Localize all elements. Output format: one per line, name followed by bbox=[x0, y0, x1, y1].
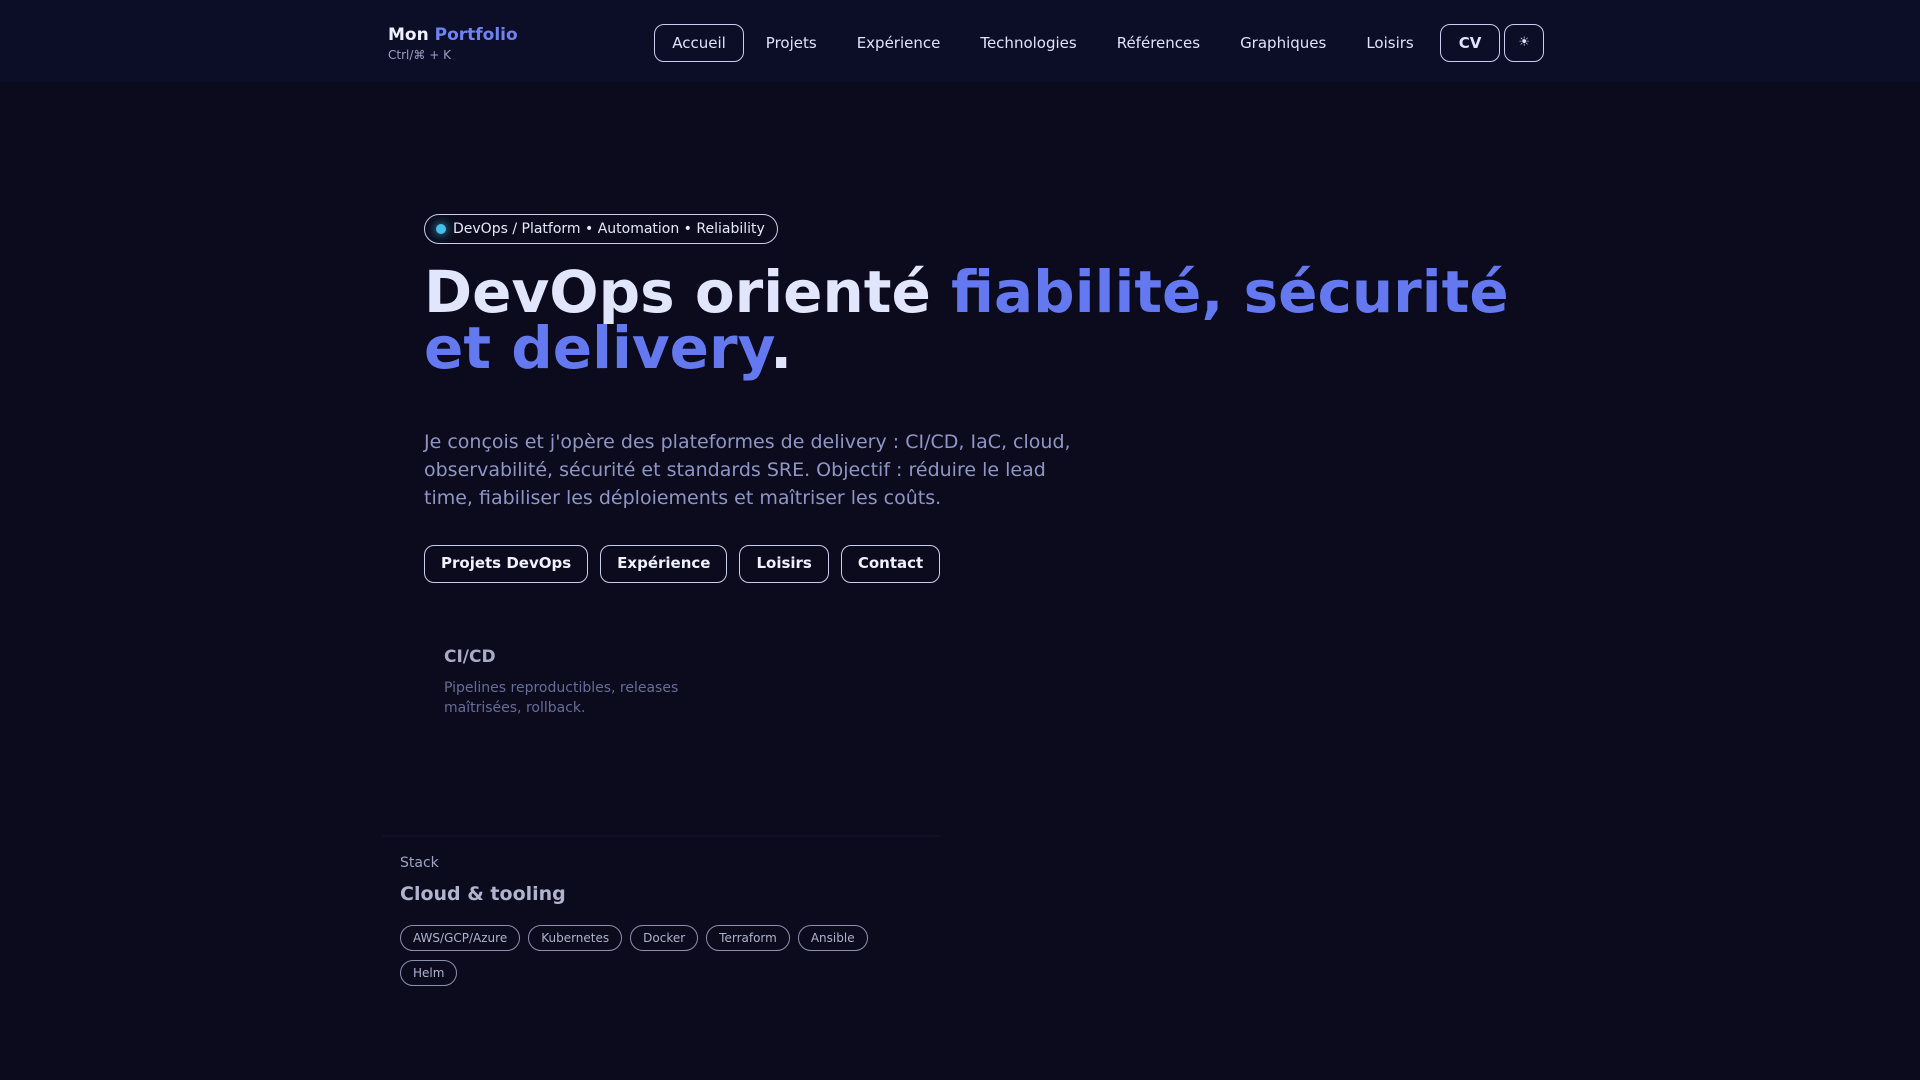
experience-button[interactable]: Expérience bbox=[600, 545, 728, 583]
feature-card-cicd: CI/CD Pipelines reproductibles, releases… bbox=[444, 647, 724, 718]
tag: Ansible bbox=[797, 925, 868, 951]
contact-button[interactable]: Contact bbox=[840, 545, 941, 583]
status-dot-icon bbox=[436, 224, 446, 234]
tag: Helm bbox=[400, 960, 458, 986]
projets-devops-button[interactable]: Projets DevOps bbox=[424, 545, 589, 583]
nav-accueil[interactable]: Accueil bbox=[654, 24, 744, 62]
loisirs-button[interactable]: Loisirs bbox=[739, 545, 829, 583]
stack-title: Cloud & tooling bbox=[400, 883, 566, 905]
stack-kicker: Stack bbox=[400, 855, 439, 871]
top-nav-bar: Mon Portfolio Ctrl/⌘ + K Accueil Projets… bbox=[0, 0, 1920, 82]
tag: AWS/GCP/Azure bbox=[400, 925, 521, 951]
logo-first: Mon bbox=[388, 25, 429, 45]
feature-title: CI/CD bbox=[444, 647, 496, 667]
nav-technologies[interactable]: Technologies bbox=[962, 24, 1094, 62]
nav-graphiques[interactable]: Graphiques bbox=[1222, 24, 1344, 62]
hero-actions: Projets DevOps Expérience Loisirs Contac… bbox=[424, 545, 941, 583]
theme-toggle-sun-icon[interactable]: ☀ bbox=[1504, 24, 1544, 62]
logo-accent: Portfolio bbox=[434, 25, 518, 45]
hero-lead: Je conçois et j'opère des plateformes de… bbox=[424, 431, 1071, 509]
nav-loisirs[interactable]: Loisirs bbox=[1348, 24, 1431, 62]
nav-projets[interactable]: Projets bbox=[748, 24, 835, 62]
title-end: . bbox=[770, 314, 793, 382]
main-nav: Accueil Projets Expérience Technologies … bbox=[654, 24, 1544, 62]
feature-desc: Pipelines reproductibles, releases maîtr… bbox=[444, 680, 679, 716]
tag: Terraform bbox=[706, 925, 790, 951]
role-badge: DevOps / Platform • Automation • Reliabi… bbox=[424, 214, 778, 244]
nav-experience[interactable]: Expérience bbox=[839, 24, 959, 62]
badge-text: DevOps / Platform • Automation • Reliabi… bbox=[453, 221, 765, 237]
logo[interactable]: Mon Portfolio Ctrl/⌘ + K bbox=[388, 25, 518, 62]
tag: Kubernetes bbox=[528, 925, 623, 951]
nav-references[interactable]: Références bbox=[1099, 24, 1218, 62]
cv-button[interactable]: CV bbox=[1439, 24, 1501, 62]
stack-card: Stack Cloud & tooling AWS/GCP/Azure Kube… bbox=[382, 835, 940, 1005]
tag: Docker bbox=[630, 925, 699, 951]
stack-tags: AWS/GCP/Azure Kubernetes Docker Terrafor… bbox=[400, 925, 920, 986]
shortcut-hint: Ctrl/⌘ + K bbox=[388, 48, 451, 62]
hero-title: DevOps orienté fiabilité, sécurité et de… bbox=[424, 263, 1564, 377]
